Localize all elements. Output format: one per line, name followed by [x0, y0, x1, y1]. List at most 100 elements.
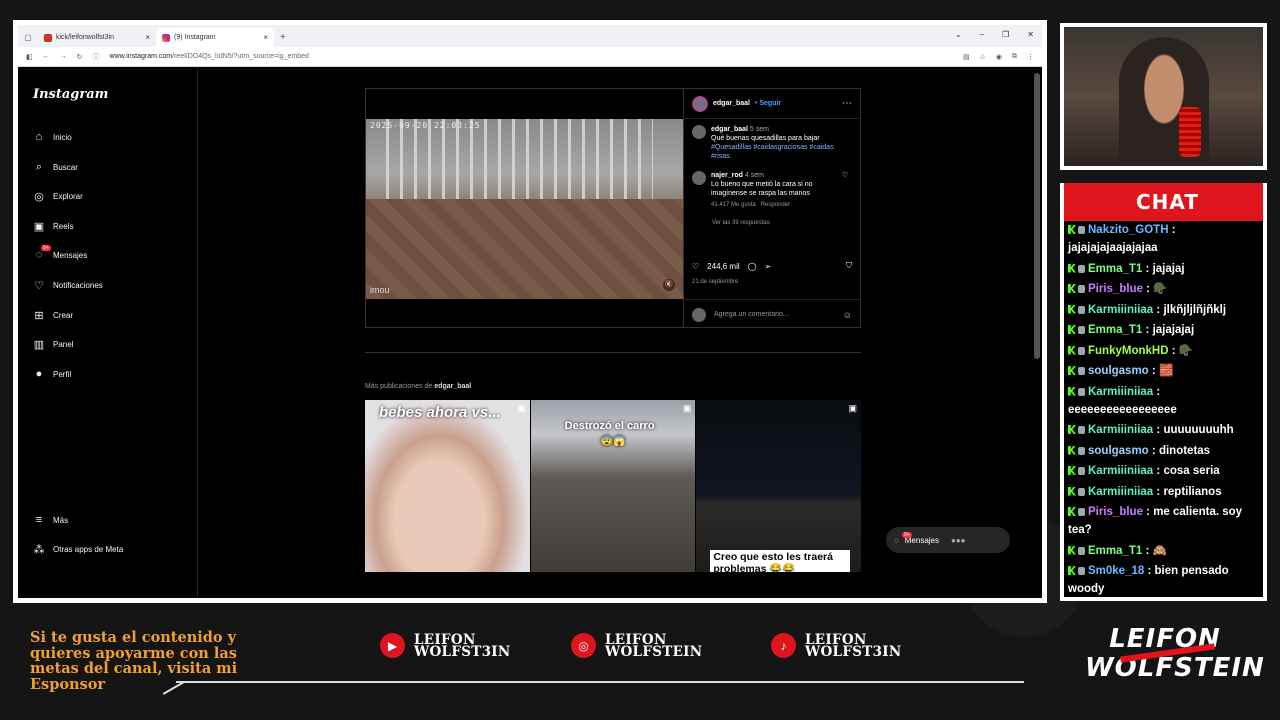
- close-window-button[interactable]: ✕: [1027, 30, 1034, 39]
- view-replies-button[interactable]: Ver las 39 respuestas: [692, 220, 848, 226]
- reel-video[interactable]: 2025-09-20 22:03:25 imou 🔇: [366, 119, 683, 299]
- gate-bars: [386, 119, 653, 199]
- comment-icon[interactable]: ◯: [748, 262, 757, 271]
- reader-icon[interactable]: ▤: [963, 53, 970, 61]
- chat-username[interactable]: Karmiiiniiaa: [1088, 424, 1153, 436]
- chat-username[interactable]: Piris_blue: [1088, 283, 1143, 295]
- messages-pill[interactable]: ◌ 9+ Mensajes ●●●: [886, 527, 1010, 553]
- post-thumbnail[interactable]: Creo que esto les traerá problemas 😂😂 ▣: [696, 400, 861, 572]
- post-sidebar: edgar_baal • Seguir ⋯ edgar_baal 5 sem Q…: [683, 89, 860, 327]
- url-field[interactable]: www.instagram.com/reel/DO4Qs_IIdN5/?utm_…: [110, 53, 953, 60]
- heart-icon[interactable]: ♡: [842, 171, 848, 210]
- comment-input[interactable]: Agrega un comentario...: [714, 311, 789, 318]
- ig-sidebar: Instagram ⌂ Inicio ⌕ Buscar ◎ Explorar ▣ Ree…: [18, 67, 198, 598]
- nav-more[interactable]: ≡ Más: [33, 514, 68, 526]
- workspaces-icon[interactable]: ▢: [18, 28, 38, 47]
- separator: :: [1148, 444, 1159, 457]
- more-prefix: Más publicaciones de: [365, 383, 433, 390]
- site-info-icon[interactable]: ⓘ: [93, 52, 100, 62]
- more-options-icon[interactable]: ⋯: [842, 98, 852, 109]
- nav-explore[interactable]: ◎ Explorar: [33, 190, 83, 203]
- search-icon: ⌕: [35, 160, 43, 173]
- chat-username[interactable]: Piris_blue: [1088, 506, 1143, 518]
- nav-meta-apps[interactable]: ⁂ Otras apps de Meta: [33, 543, 124, 556]
- chat-username[interactable]: Karmiiiniiaa: [1088, 304, 1153, 316]
- comment-user[interactable]: edgar_baal: [711, 126, 748, 133]
- share-icon[interactable]: ➢: [765, 262, 772, 271]
- post-thumbnail[interactable]: Destrozó el carro 😨😱 ▣: [530, 400, 696, 572]
- chevron-down-icon[interactable]: ⌄: [955, 30, 962, 39]
- nav-label: Buscar: [53, 162, 78, 172]
- hashtags[interactable]: #Quesadillas #caidasgraciosas #caidas #r…: [711, 144, 834, 160]
- address-bar: ◧ ← → ↻ ⓘ www.instagram.com/reel/DO4Qs_I…: [18, 47, 1042, 67]
- post-header: edgar_baal • Seguir ⋯: [684, 89, 860, 119]
- more-posts-grid: bebes ahora vs... ▣ Destrozó el carro 😨😱…: [365, 400, 861, 572]
- mute-icon[interactable]: 🔇: [663, 279, 675, 291]
- chat-username[interactable]: Karmiiiniiaa: [1088, 465, 1153, 477]
- separator: :: [1142, 324, 1153, 336]
- puzzle-icon[interactable]: ⧉: [1012, 53, 1017, 61]
- bookmark-icon[interactable]: ⛉: [846, 261, 852, 271]
- camera-timestamp: 2025-09-20 22:03:25: [370, 121, 481, 130]
- nav-home[interactable]: ⌂ Inicio: [33, 131, 72, 143]
- chat-username[interactable]: Karmiiiniiaa: [1088, 386, 1153, 398]
- kick-icon: [1068, 425, 1076, 434]
- chat-username[interactable]: Emma_T1: [1088, 324, 1142, 336]
- post-thumbnail[interactable]: bebes ahora vs... ▣: [365, 400, 530, 572]
- kick-icon: [1068, 263, 1076, 273]
- nav-label: Panel: [53, 339, 74, 349]
- new-tab-button[interactable]: +: [280, 32, 286, 43]
- emoji-icon[interactable]: ☺: [843, 310, 852, 320]
- avatar[interactable]: [692, 95, 708, 112]
- tab-instagram[interactable]: (9) Instagram ×: [156, 28, 274, 47]
- chat-username[interactable]: Nakzito_GOTH: [1088, 224, 1169, 236]
- star-icon[interactable]: ☆: [980, 53, 986, 61]
- post-date: 21 de septiembre: [692, 279, 739, 285]
- author-name[interactable]: edgar_baal: [713, 100, 750, 107]
- nav-create[interactable]: ⊞ Crear: [33, 309, 73, 322]
- sidebar-toggle-icon[interactable]: ◧: [26, 53, 33, 61]
- nav-search[interactable]: ⌕ Buscar: [33, 161, 78, 173]
- chat-username[interactable]: Karmiiiniiaa: [1088, 486, 1153, 498]
- chat-username[interactable]: Emma_T1: [1088, 263, 1142, 275]
- tiktok-icon: ♪: [771, 633, 796, 658]
- minimize-button[interactable]: –: [980, 30, 984, 39]
- chat-username[interactable]: Sm0ke_18: [1088, 565, 1144, 577]
- reply-button[interactable]: Responder: [761, 202, 790, 208]
- scrollbar[interactable]: [1034, 73, 1040, 359]
- instagram-logo[interactable]: Instagram: [33, 87, 108, 102]
- separator: :: [1142, 544, 1153, 557]
- avatar[interactable]: [692, 171, 706, 185]
- nav-notifications[interactable]: ♡ Notificaciones: [33, 279, 103, 292]
- chat-username[interactable]: Emma_T1: [1088, 545, 1142, 557]
- like-heart-icon[interactable]: ♡: [692, 262, 699, 271]
- chat-username[interactable]: soulgasmo: [1088, 445, 1149, 457]
- chart-icon: ▥: [33, 338, 45, 351]
- nav-reels[interactable]: ▣ Reels: [33, 220, 74, 233]
- kick-icon: [1068, 225, 1076, 234]
- tab-kick[interactable]: kick/leifonwolfst3in ×: [38, 28, 156, 47]
- menu-icon[interactable]: ⋮: [1027, 53, 1034, 61]
- follow-button[interactable]: • Seguir: [755, 100, 781, 107]
- chat-username[interactable]: soulgasmo: [1088, 365, 1149, 377]
- avatar: [692, 307, 706, 322]
- nav-profile[interactable]: ● Perfil: [33, 368, 72, 380]
- separator: :: [1153, 424, 1164, 436]
- reload-icon[interactable]: ↻: [77, 53, 83, 61]
- back-icon[interactable]: ←: [43, 53, 50, 60]
- brand-line2: WOLFSTEIN: [1085, 653, 1265, 683]
- reel-icon: ▣: [848, 403, 858, 413]
- extension-icon[interactable]: ◉: [996, 53, 1002, 61]
- comment-user[interactable]: najer_rod: [711, 172, 743, 179]
- avatar[interactable]: [692, 125, 706, 139]
- nav-messages[interactable]: ◌ 9+ Mensajes: [33, 245, 87, 261]
- more-user[interactable]: edgar_baal: [434, 383, 471, 390]
- close-icon[interactable]: ×: [263, 33, 268, 42]
- badge-icon: [1078, 326, 1085, 334]
- maximize-button[interactable]: ❐: [1002, 30, 1009, 39]
- chat-message: Emma_T1 : 🙈: [1068, 542, 1259, 560]
- nav-panel[interactable]: ▥ Panel: [33, 338, 74, 351]
- forward-icon[interactable]: →: [60, 53, 67, 60]
- chat-username[interactable]: FunkyMonkHD: [1088, 345, 1169, 357]
- close-icon[interactable]: ×: [145, 33, 150, 42]
